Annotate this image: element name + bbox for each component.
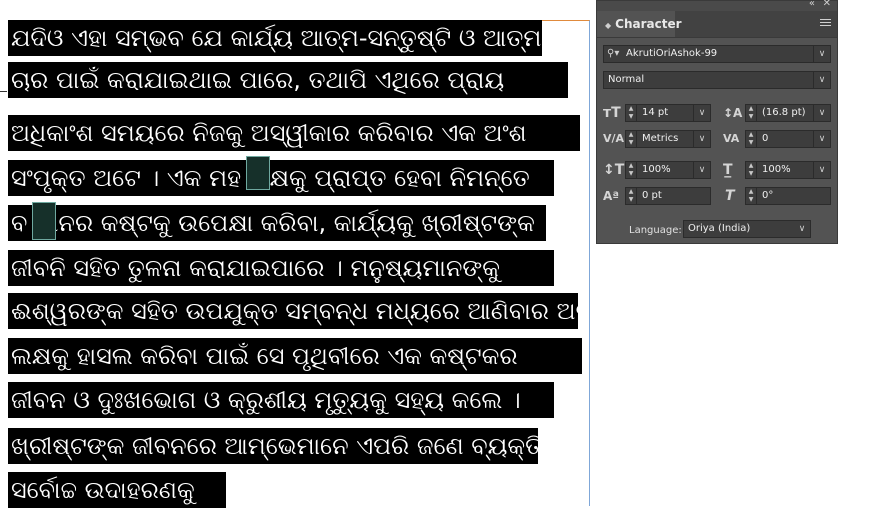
baseline-shift-field[interactable]: ▲ ▼ 0 pt	[625, 187, 711, 205]
leading-value: (16.8 pt)	[762, 107, 806, 118]
vertical-scale-stepper[interactable]: ▲ ▼	[626, 162, 637, 178]
text-line-9[interactable]: ଜୀବନ ଓ ଦୁଃଖଭୋଗ ଓ କ୍ରୁଶୀୟ ମୃତ୍ୟୁକୁ ସହ୍ୟ କ…	[8, 382, 554, 418]
chevron-down-icon[interactable]: ∨	[813, 162, 830, 178]
tab-character-label: Character	[615, 17, 682, 31]
font-family-dropdown[interactable]: ⚲▾ AkrutiOriAshok-99 ∨	[603, 45, 831, 63]
skew-value: 0°	[762, 190, 774, 201]
skew-field[interactable]: ▲ ▼ 0°	[745, 187, 831, 205]
horizontal-scale-field[interactable]: ▲ ▼ 100% ∨	[745, 161, 831, 179]
chevron-down-icon[interactable]: ∨	[813, 105, 830, 121]
text-line-1[interactable]: ଯଦିଓ ଏହା ସମ୍ଭବ ଯେ କାର୍ଯ୍ୟ ଆତ୍ମ-ସନ୍ତୁଷ୍ଟି…	[8, 20, 542, 56]
baseline-shift-value: 0 pt	[642, 190, 662, 201]
text-line-5[interactable]: ବ ମାନର କଷ୍ଟକୁ ଉପେକ୍ଷା କରିବା, କାର୍ଯ୍ୟକୁ ଖ…	[8, 205, 546, 241]
font-size-stepper[interactable]: ▲ ▼	[626, 105, 637, 121]
language-value: Oriya (India)	[688, 223, 751, 234]
text-line-6[interactable]: ଜୀବନି ସହିତ ତୁଳନା କରାଯାଇପାରେ । ମନୁଷ୍ୟମାନଙ…	[8, 250, 554, 286]
chevron-down-icon[interactable]: ∨	[813, 46, 830, 62]
chevron-down-icon[interactable]: ∨	[693, 162, 710, 178]
tracking-stepper[interactable]: ▲ ▼	[746, 131, 757, 147]
panel-menu-icon[interactable]	[820, 17, 831, 28]
kerning-field[interactable]: ▲ ▼ Metrics ∨	[625, 130, 711, 148]
vertical-scale-icon: ↕T	[603, 162, 625, 178]
tracking-icon: VA	[723, 132, 740, 145]
skew-icon: T	[725, 188, 735, 204]
chevron-down-icon[interactable]: ∨	[794, 221, 810, 237]
chevron-down-icon[interactable]: ∨	[693, 105, 710, 121]
horizontal-scale-value: 100%	[762, 164, 791, 175]
skew-stepper[interactable]: ▲ ▼	[746, 188, 757, 204]
frame-in-port-marker	[0, 91, 7, 92]
leading-field[interactable]: ▲ ▼ (16.8 pt) ∨	[745, 104, 831, 122]
panel-topbar: « ✕	[597, 0, 837, 11]
tracking-value: 0	[762, 133, 769, 144]
horizontal-scale-icon: T̲	[723, 162, 733, 178]
kerning-icon: V/A	[603, 132, 625, 145]
tab-character[interactable]: ◆ Character	[597, 11, 682, 37]
language-dropdown[interactable]: Oriya (India) ∨	[683, 220, 811, 238]
font-size-icon: ᴛT	[603, 105, 621, 121]
language-label: Language:	[629, 225, 682, 236]
leading-stepper[interactable]: ▲ ▼	[746, 105, 757, 121]
text-line-11[interactable]: ସର୍ବୋଚ୍ଚ ଉଦାହରଣକୁ	[8, 472, 226, 508]
panel-tabbar: ◆ Character	[597, 11, 837, 38]
chevron-down-icon[interactable]: ∨	[693, 131, 710, 147]
text-line-3[interactable]: ଅଧିକାଂଶ ସମୟରେ ନିଜକୁ ଅସ୍ୱୀକାର କରିବାର ଏକ ଅ…	[8, 115, 580, 151]
text-line-7[interactable]: ଈଶ୍ୱରଙ୍କ ସହିତ ଉପଯୁକ୍ତ ସମ୍ବନ୍ଧ ମଧ୍ୟରେ ଆଣି…	[8, 293, 578, 329]
vertical-scale-value: 100%	[642, 164, 671, 175]
horizontal-scale-stepper[interactable]: ▲ ▼	[746, 162, 757, 178]
missing-glyph-box	[246, 156, 270, 190]
baseline-shift-stepper[interactable]: ▲ ▼	[626, 188, 637, 204]
chevron-down-icon[interactable]: ∨	[813, 72, 830, 88]
font-style-dropdown[interactable]: Normal ∨	[603, 71, 831, 89]
font-size-field[interactable]: ▲ ▼ 14 pt ∨	[625, 104, 711, 122]
leading-icon: ↕A	[723, 106, 743, 120]
font-style-value: Normal	[608, 74, 645, 85]
kerning-stepper[interactable]: ▲ ▼	[626, 131, 637, 147]
text-line-4[interactable]: ସଂପୃକ୍ତ ଅଟେ । ଏକ ମହ ଲକ୍ଷକୁ ପ୍ରାପ୍ତ ହେବା …	[8, 160, 554, 196]
text-line-10[interactable]: ଖ୍ରୀଷ୍ଟଙ୍କ ଜୀବନରେ ଆମ୍ଭେମାନେ ଏପରି ଜଣେ ବ୍ୟ…	[8, 428, 538, 464]
vertical-scale-field[interactable]: ▲ ▼ 100% ∨	[625, 161, 711, 179]
tab-arrow-icon: ◆	[605, 21, 612, 30]
close-icon[interactable]: ✕	[823, 0, 831, 9]
baseline-shift-icon: Aª	[603, 189, 620, 203]
text-line-8[interactable]: ଲକ୍ଷକୁ ହାସଲ କରିବା ପାଇଁ ସେ ପୃଥିବୀରେ ଏକ କଷ…	[8, 338, 582, 374]
character-panel: « ✕ ◆ Character ⚲▾ AkrutiOriAshok-99 ∨ No…	[596, 0, 838, 244]
font-family-value: AkrutiOriAshok-99	[626, 48, 718, 59]
collapse-icon[interactable]: «	[809, 0, 815, 9]
missing-glyph-box	[32, 202, 56, 240]
kerning-value: Metrics	[642, 133, 679, 144]
chevron-down-icon[interactable]: ∨	[813, 131, 830, 147]
tracking-field[interactable]: ▲ ▼ 0 ∨	[745, 130, 831, 148]
font-size-value: 14 pt	[642, 107, 669, 118]
text-line-2[interactable]: ଚାର ପାଇଁ କରାଯାଇଥାଇ ପାରେ, ତଥାପି ଏଥିରେ ପ୍ର…	[8, 62, 568, 98]
search-icon: ⚲▾	[607, 48, 620, 59]
